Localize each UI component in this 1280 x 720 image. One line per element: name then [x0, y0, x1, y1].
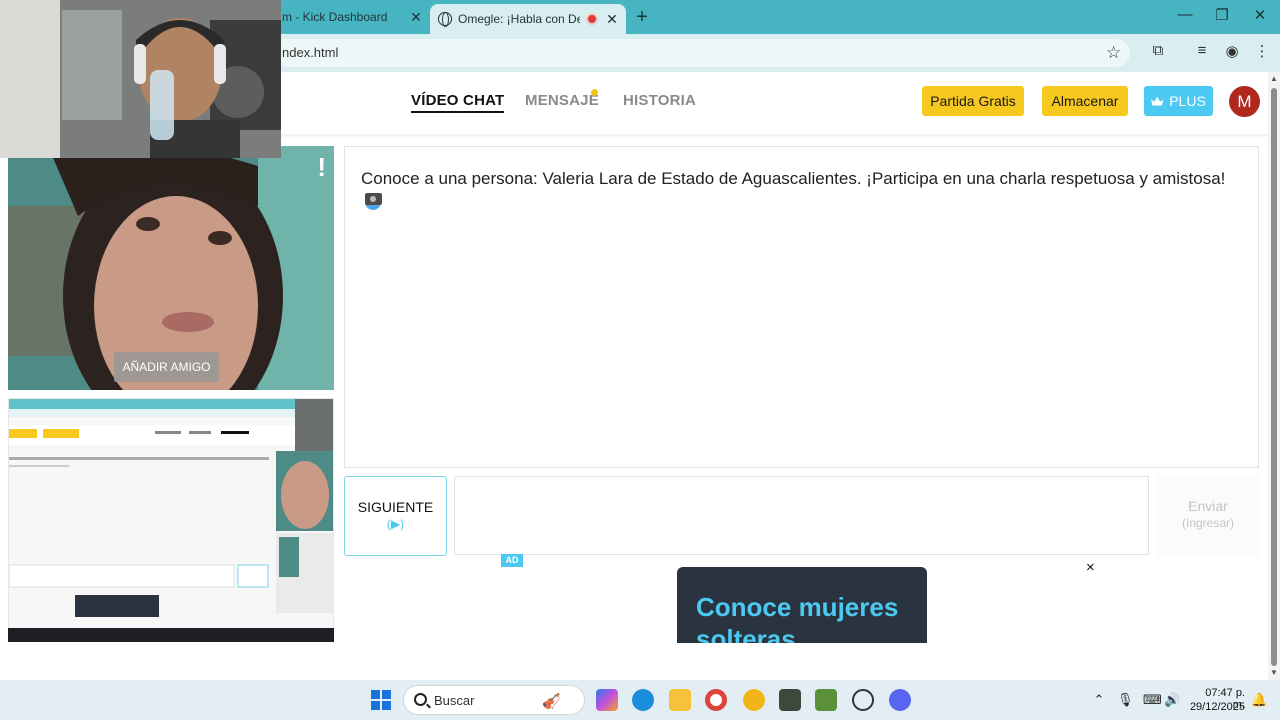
notification-dot [591, 89, 598, 96]
ad-close-icon[interactable]: × [1086, 559, 1095, 576]
chevron-up-icon[interactable]: ⌃ [1091, 692, 1107, 708]
page-scrollbar[interactable]: ▲ ▼ [1268, 72, 1280, 680]
clock-date[interactable]: 29/12/2025 [1180, 701, 1245, 713]
notifications-icon[interactable]: 🔔 [1251, 692, 1267, 708]
search-placeholder: Buscar [434, 693, 475, 708]
ad-banner[interactable]: Conoce mujeres solteras [677, 567, 927, 643]
scroll-thumb[interactable] [1271, 88, 1277, 666]
search-icon [414, 693, 427, 706]
url-field[interactable]: ndex.html [270, 39, 1130, 67]
message-input[interactable] [454, 476, 1149, 555]
avatar-initial: M [1237, 91, 1252, 111]
page-content: VÍDEO CHAT MENSAJE HISTORIA Partida Grat… [0, 72, 1268, 680]
self-video-frame [9, 399, 333, 641]
new-tab-icon[interactable]: + [632, 6, 652, 29]
volume-icon[interactable]: 🔊 [1164, 692, 1180, 708]
nav-message[interactable]: MENSAJE [525, 92, 599, 109]
nav-history[interactable]: HISTORIA [623, 92, 696, 109]
crown-icon [1151, 96, 1164, 106]
next-label: SIGUIENTE [357, 499, 434, 515]
microphone-icon[interactable]: 🎙 [1117, 692, 1134, 708]
window-close-icon[interactable]: ✕ [1250, 6, 1270, 24]
taskbar-search[interactable]: Buscar 🎻 [403, 685, 585, 715]
edge-icon[interactable] [632, 689, 654, 711]
globe-icon [438, 12, 452, 27]
minecraft-icon[interactable] [815, 689, 837, 711]
next-hint: (▶) [386, 517, 405, 531]
windows-start-icon[interactable] [371, 690, 391, 710]
send-label: Enviar [1188, 498, 1228, 514]
send-hint: (Ingresar) [1181, 516, 1234, 530]
free-match-label: Partida Gratis [930, 93, 1016, 109]
webcam-frame [0, 0, 281, 158]
free-match-button[interactable]: Partida Gratis [922, 86, 1024, 116]
self-video-taskbar [8, 628, 334, 642]
tab-title: Omegle: ¡Habla con Descon [458, 12, 580, 26]
tab-kick-dashboard[interactable]: m - Kick Dashboard ✕ [280, 0, 426, 34]
chrome-icon[interactable] [705, 689, 727, 711]
url-text: ndex.html [282, 45, 339, 60]
plus-label: PLUS [1169, 93, 1206, 109]
store-button[interactable]: Almacenar [1042, 86, 1128, 116]
minimize-icon[interactable]: — [1175, 6, 1195, 23]
send-button[interactable]: Enviar (Ingresar) [1156, 476, 1260, 556]
discord-icon[interactable] [889, 689, 911, 711]
network-icon[interactable]: ⌨ [1143, 692, 1162, 708]
recording-icon [586, 13, 598, 25]
close-icon[interactable]: ✕ [606, 11, 618, 28]
copilot-icon[interactable] [596, 689, 618, 711]
camera-icon [365, 193, 382, 205]
extensions-icon[interactable]: ⧉ [1148, 42, 1168, 62]
obs-icon[interactable] [852, 689, 874, 711]
plus-button[interactable]: PLUS [1144, 86, 1213, 116]
add-friend-label: AÑADIR AMIGO [122, 360, 211, 374]
scroll-down-icon[interactable]: ▼ [1270, 668, 1278, 677]
store-label: Almacenar [1051, 93, 1119, 109]
chat-intro-message: Conoce a una persona: Valeria Lara de Es… [361, 167, 1241, 215]
nav-video-chat[interactable]: VÍDEO CHAT [411, 92, 505, 113]
os-taskbar: Buscar 🎻 ⌃ 🎙 ⌨ 🔊 07:47 p. m. 29/12/2025 … [0, 680, 1280, 720]
maximize-icon[interactable]: ❐ [1212, 6, 1232, 24]
report-icon[interactable]: ! [317, 152, 326, 183]
tab-title: m - Kick Dashboard [282, 10, 388, 24]
webcam-overlay [0, 0, 281, 158]
avatar[interactable]: M [1229, 86, 1260, 117]
chat-intro-text: Conoce a una persona: Valeria Lara de Es… [361, 169, 1226, 188]
profile-icon[interactable]: ◉ [1222, 42, 1242, 62]
violin-icon: 🎻 [542, 693, 561, 710]
file-explorer-icon[interactable] [669, 689, 691, 711]
scroll-up-icon[interactable]: ▲ [1270, 74, 1278, 83]
self-video [8, 398, 334, 642]
media-controls-icon[interactable]: ≡ [1192, 42, 1212, 62]
ad-tag: AD [501, 554, 523, 567]
terminal-icon[interactable] [779, 689, 801, 711]
tab-omegle[interactable]: Omegle: ¡Habla con Descon ✕ [430, 4, 626, 34]
add-friend-button[interactable]: AÑADIR AMIGO [114, 352, 219, 382]
menu-icon[interactable]: ⋮ [1252, 42, 1272, 62]
close-icon[interactable]: ✕ [410, 9, 422, 26]
next-button[interactable]: SIGUIENTE (▶) [344, 476, 447, 556]
ad-title: Conoce mujeres solteras [696, 592, 899, 643]
coin-app-icon[interactable] [743, 689, 765, 711]
bookmark-star-icon[interactable]: ☆ [1106, 43, 1121, 63]
chat-box: Conoce a una persona: Valeria Lara de Es… [344, 146, 1259, 468]
